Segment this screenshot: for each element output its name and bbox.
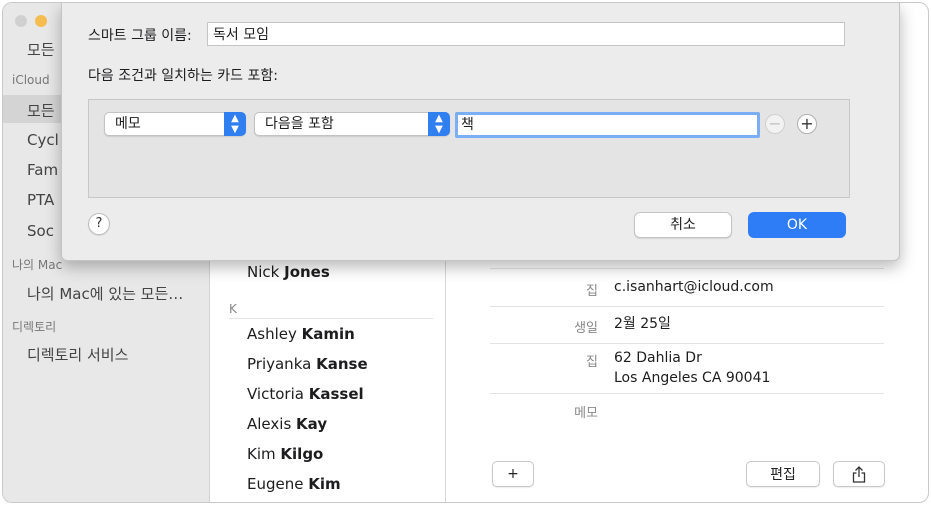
cancel-button[interactable]: 취소 [634, 212, 732, 238]
sidebar-header-directory: 디렉토리 [12, 320, 57, 334]
close-window-button[interactable] [15, 15, 27, 27]
share-button[interactable] [833, 461, 885, 487]
add-contact-button[interactable]: + [492, 461, 534, 487]
contact-first-name: Victoria [247, 385, 304, 403]
contact-first-name: Eugene [247, 475, 304, 493]
detail-divider [490, 343, 884, 344]
contact-row[interactable]: Nick Jones [247, 263, 330, 281]
email-label: 집 [586, 284, 598, 299]
memo-label: 메모 [574, 406, 598, 421]
sidebar-header-my-mac: 나의 Mac [12, 258, 63, 272]
contact-last-name: Kim [308, 475, 341, 493]
address-line-1[interactable]: 62 Dahlia Dr [614, 349, 702, 368]
contact-row[interactable]: Priyanka Kanse [247, 355, 368, 373]
contact-last-name: Kassel [308, 385, 364, 403]
plus-icon: + [507, 466, 519, 482]
help-button[interactable]: ? [88, 213, 110, 235]
minimize-window-button[interactable] [35, 15, 47, 27]
operator-popup-value: 다음을 포함 [265, 116, 334, 132]
ok-button[interactable]: OK [748, 212, 846, 238]
remove-rule-button[interactable]: − [765, 114, 785, 134]
edit-button[interactable]: 편집 [746, 461, 820, 487]
birthday-label: 생일 [574, 321, 598, 336]
section-divider [229, 318, 433, 319]
contact-row[interactable]: Ashley Kamin [247, 325, 355, 343]
section-header-k: K [229, 302, 237, 316]
contact-first-name: Priyanka [247, 355, 312, 373]
group-name-label: 스마트 그룹 이름: [88, 28, 192, 44]
contact-last-name: Kamin [301, 325, 355, 343]
detail-divider [490, 306, 884, 307]
sidebar-item-family[interactable]: Fam [27, 161, 58, 179]
sidebar-item-directory-services[interactable]: 디렉토리 서비스 [27, 344, 128, 365]
contact-row[interactable]: Kim Kilgo [247, 445, 323, 463]
field-popup-value: 메모 [115, 116, 141, 132]
contact-last-name: Kay [296, 415, 328, 433]
share-icon [852, 465, 866, 483]
contact-last-name: Kanse [316, 355, 368, 373]
address-label: 집 [586, 355, 598, 370]
chevron-updown-icon: ▲ ▼ [428, 112, 450, 136]
contact-row[interactable]: Eugene Kim [247, 475, 341, 493]
address-line-2[interactable]: Los Angeles CA 90041 [614, 369, 770, 388]
condition-value-input[interactable]: 책 [455, 112, 760, 138]
sidebar-item-cycling[interactable]: Cycl [27, 131, 59, 149]
chevron-updown-icon: ▲ ▼ [224, 112, 246, 136]
contact-first-name: Kim [247, 445, 276, 463]
sidebar-header-icloud: iCloud [12, 73, 50, 87]
window-controls [15, 15, 47, 27]
condition-header: 다음 조건과 일치하는 카드 포함: [88, 68, 278, 84]
contact-row[interactable]: Alexis Kay [247, 415, 327, 433]
sidebar-item-pta[interactable]: PTA [27, 191, 54, 209]
sidebar-item-soccer[interactable]: Soc [27, 222, 54, 240]
add-rule-button[interactable]: + [797, 114, 817, 134]
detail-divider [490, 393, 884, 394]
contacts-window: 모든 : iCloud 모든 Cycl Fam PTA Soc 나의 Mac 나… [2, 2, 929, 503]
sidebar-item-icloud-all[interactable]: 모든 [27, 100, 55, 121]
detail-divider [490, 268, 884, 269]
smart-group-sheet: 스마트 그룹 이름: 독서 모임 다음 조건과 일치하는 카드 포함: 메모 ▲… [61, 3, 900, 261]
contact-row[interactable]: Victoria Kassel [247, 385, 364, 403]
contact-last-name: Kilgo [280, 445, 324, 463]
contact-last-name: Jones [284, 263, 330, 281]
sidebar-item-all-partial[interactable]: 모든 : [27, 39, 64, 60]
field-popup[interactable]: 메모 ▲ ▼ [104, 112, 246, 136]
contact-first-name: Alexis [247, 415, 292, 433]
operator-popup[interactable]: 다음을 포함 ▲ ▼ [254, 112, 450, 136]
condition-box: 메모 ▲ ▼ 다음을 포함 ▲ ▼ 책 − + [88, 99, 850, 198]
birthday-value: 2월 25일 [614, 316, 671, 332]
contact-first-name: Nick [247, 263, 280, 281]
contact-first-name: Ashley [247, 325, 297, 343]
email-value[interactable]: c.isanhart@icloud.com [614, 278, 774, 297]
sidebar-item-mac-all[interactable]: 나의 Mac에 있는 모든… [27, 283, 183, 304]
group-name-input[interactable]: 독서 모임 [207, 22, 845, 46]
